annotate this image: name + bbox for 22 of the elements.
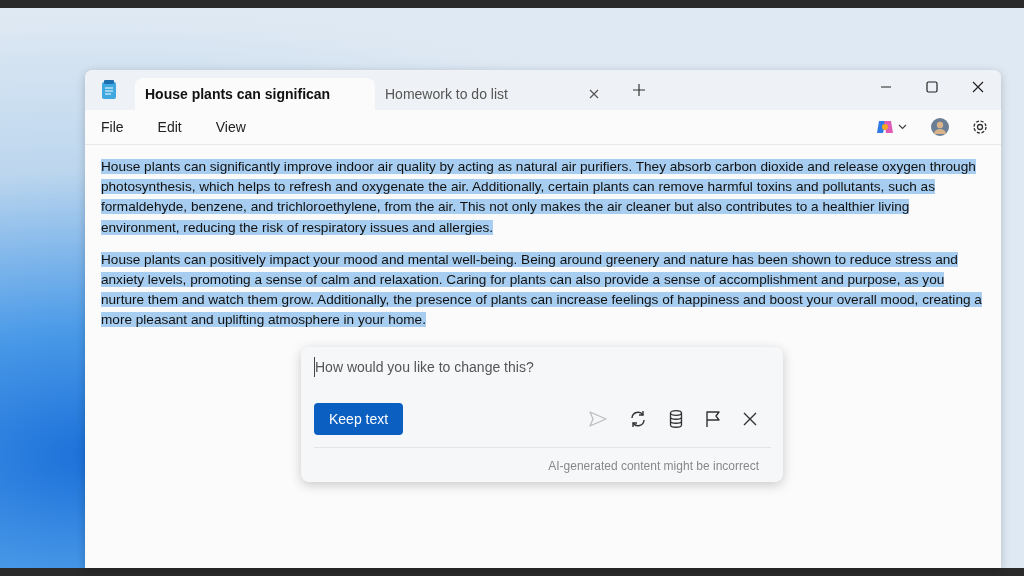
notepad-icon xyxy=(101,80,117,100)
menu-item[interactable]: View xyxy=(215,119,246,135)
paragraph: House plants can significantly improve indoor air quality by acting as natural air purifiers. They absorb carbon dioxide and release oxygen through photosynthesis, which helps to refresh and oxygenate the air. Additionally, certain plants can remove harmful toxins and pollutants, such as formaldehyde, benzene, and trichloroethylene, from the air. This not only makes the air cleaner but also contributes to a healthier living environment, reducing the risk of respiratory issues and allergies. xyxy=(101,158,977,237)
flag-icon[interactable] xyxy=(705,410,721,428)
prompt-field[interactable]: How would you like to change this? xyxy=(314,357,772,377)
menu-item[interactable]: File xyxy=(101,119,124,135)
add-tab-icon[interactable] xyxy=(633,84,645,96)
tab[interactable]: House plants can significan xyxy=(135,78,375,110)
refresh-icon[interactable] xyxy=(629,410,647,428)
maximize-icon[interactable] xyxy=(926,81,938,93)
keep-text-button[interactable]: Keep text xyxy=(314,403,404,435)
stack-icon[interactable] xyxy=(669,410,683,428)
settings-icon[interactable] xyxy=(971,118,989,136)
chevron-icon[interactable] xyxy=(898,124,907,130)
close-icon[interactable] xyxy=(743,412,757,426)
paragraph: House plants can positively impact your mood and mental well-being. Being around greenery and nature has been shown to reduce stress and anxiety levels, promoting a sense of calm and relaxation. Caring for plants can also provide a sense of accomplishment and purpose, as you nurture them and watch them grow. Additionally, the presence of plants can increase feelings of happiness and boost your overall mood, creating a more pleasant and uplifting atmosphere in your home. xyxy=(101,250,983,330)
tab[interactable]: Homework to do list xyxy=(375,78,613,110)
menu-item[interactable]: Edit xyxy=(157,119,182,135)
close-icon[interactable] xyxy=(589,89,599,99)
disclaimer-text: AI-generated content might be incorrect xyxy=(548,459,759,473)
avatar-icon[interactable] xyxy=(931,118,949,136)
close-icon[interactable] xyxy=(972,81,984,93)
